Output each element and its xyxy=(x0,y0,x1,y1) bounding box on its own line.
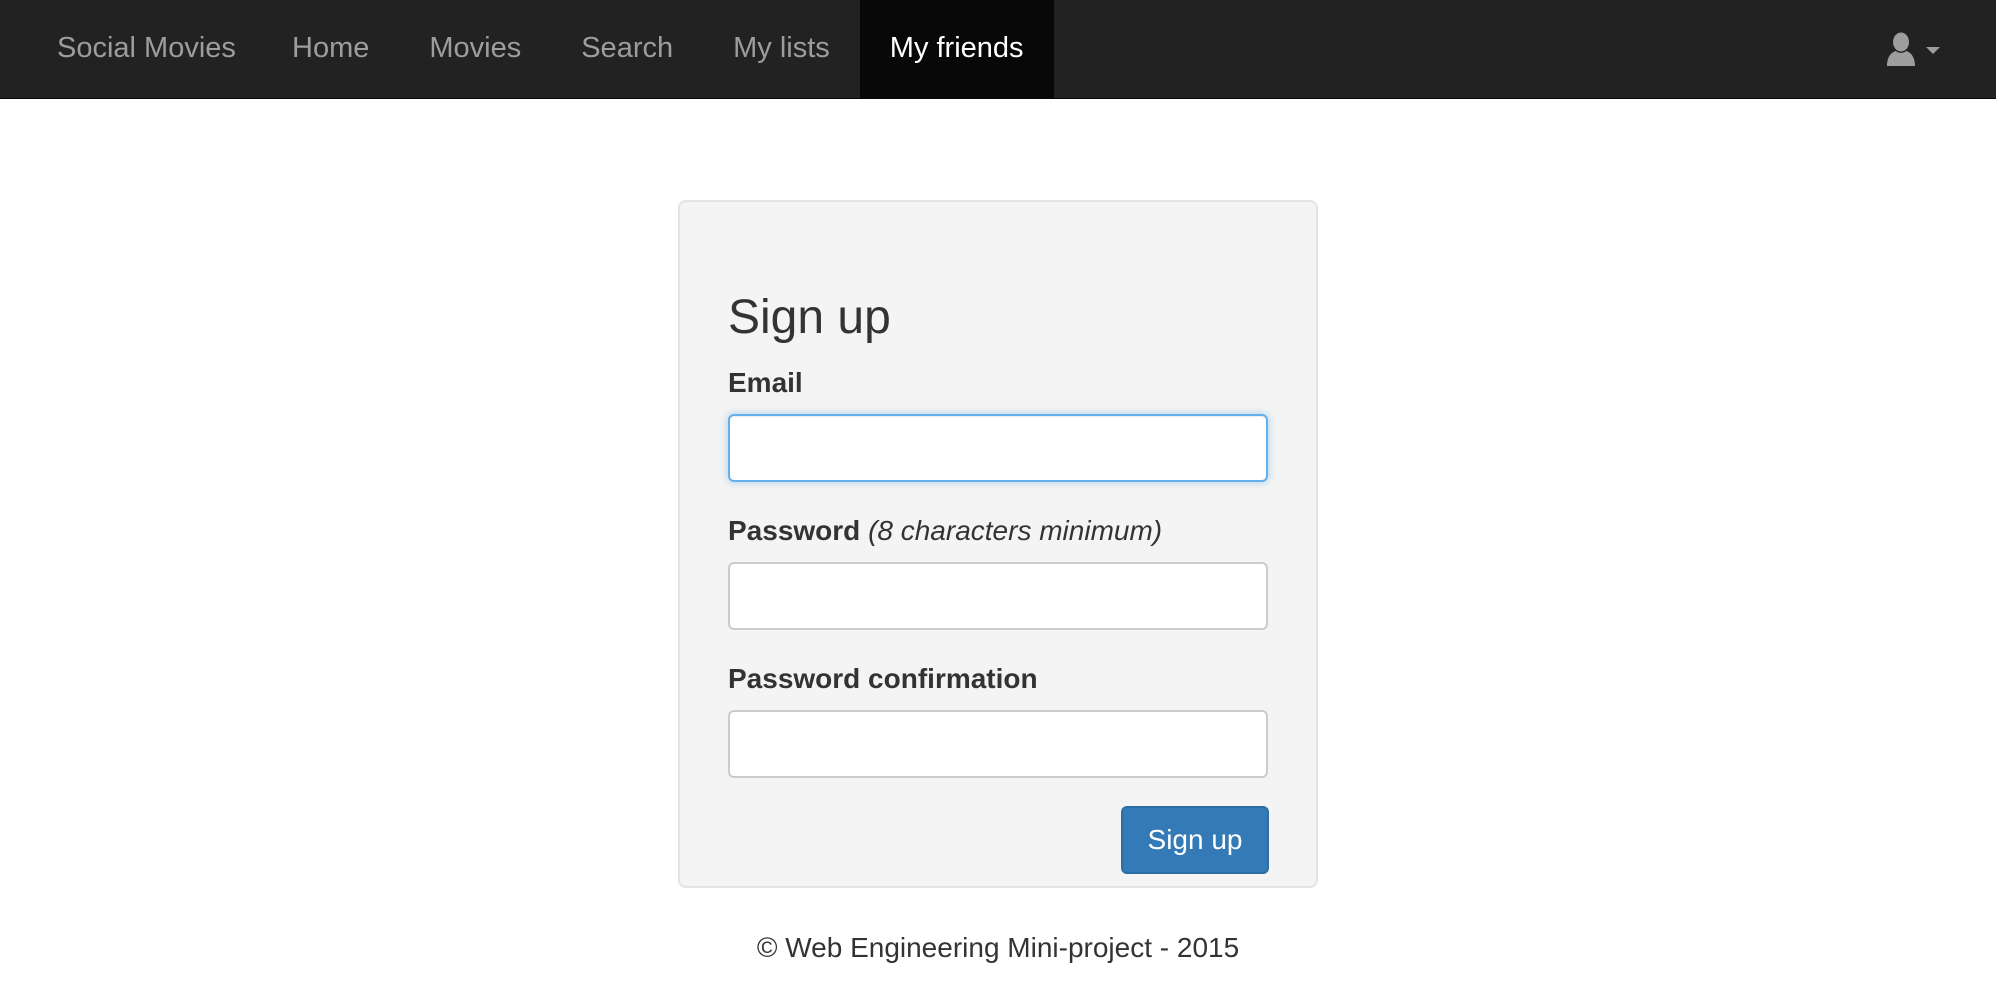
email-label: Email xyxy=(728,366,803,400)
user-icon xyxy=(1887,32,1915,66)
main-nav: Home Movies Search My lists My friends xyxy=(262,0,1054,98)
nav-item-movies[interactable]: Movies xyxy=(399,0,551,98)
footer-copyright: © Web Engineering Mini-project - 2015 xyxy=(756,932,1240,963)
user-menu-dropdown[interactable] xyxy=(1886,0,1940,98)
password-label: Password (8 characters minimum) xyxy=(728,514,1162,548)
password-confirmation-label: Password confirmation xyxy=(728,662,1038,696)
email-label-text: Email xyxy=(728,367,803,398)
nav-item-my-lists[interactable]: My lists xyxy=(703,0,860,98)
brand-link[interactable]: Social Movies xyxy=(57,0,236,98)
caret-down-icon xyxy=(1926,46,1940,54)
page-title: Sign up xyxy=(728,291,891,344)
signup-card: Sign up Email Password (8 characters min… xyxy=(678,200,1318,888)
nav-item-search[interactable]: Search xyxy=(551,0,703,98)
top-navbar: Social Movies Home Movies Search My list… xyxy=(0,0,1996,99)
password-confirmation-label-text: Password confirmation xyxy=(728,663,1038,694)
password-field[interactable] xyxy=(728,562,1268,630)
sign-up-button[interactable]: Sign up xyxy=(1121,806,1269,874)
email-field[interactable] xyxy=(728,414,1268,482)
password-label-text: Password xyxy=(728,515,861,546)
password-confirmation-field[interactable] xyxy=(728,710,1268,778)
nav-item-my-friends[interactable]: My friends xyxy=(859,0,1054,98)
nav-item-home[interactable]: Home xyxy=(262,0,399,98)
password-hint: (8 characters minimum) xyxy=(868,515,1163,546)
